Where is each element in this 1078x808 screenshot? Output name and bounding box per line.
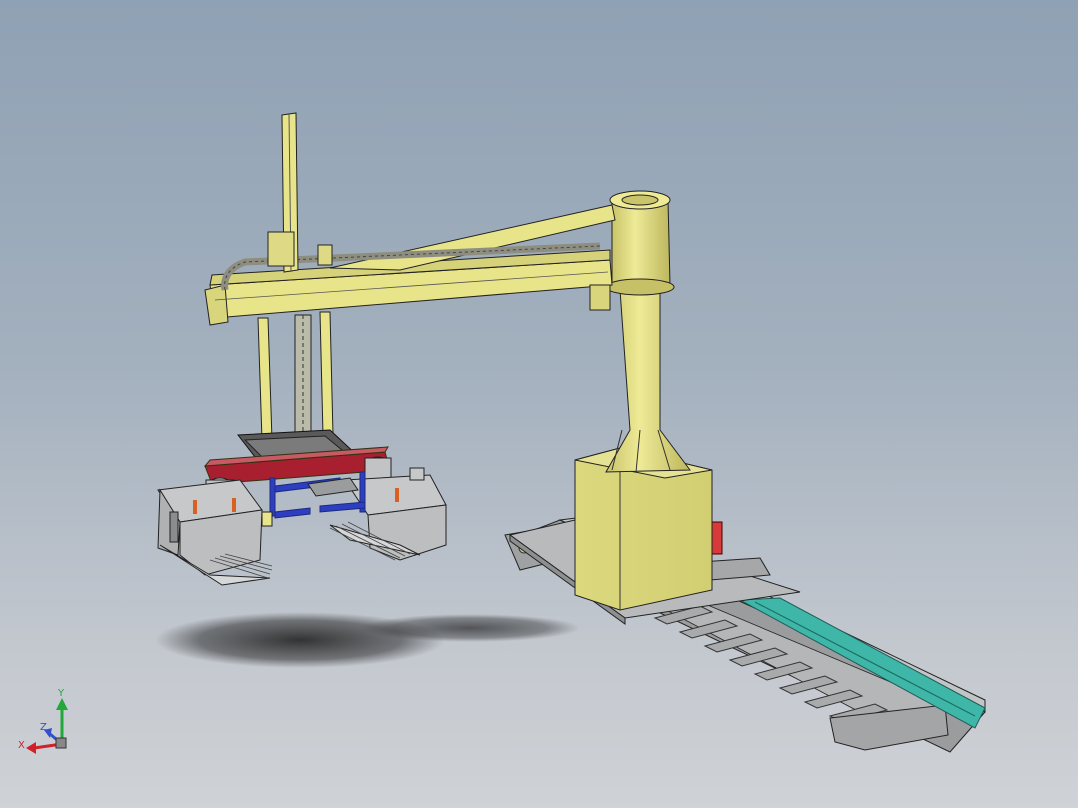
triad-y-axis: Y [56, 688, 68, 744]
cad-viewport[interactable]: Y X Z [0, 0, 1078, 808]
palletizing-robot-model[interactable] [0, 0, 1078, 808]
floor-shadow [155, 612, 580, 668]
triad-x-axis: X [18, 740, 63, 754]
axis-triad: Y X Z [18, 688, 68, 754]
triad-origin [55, 737, 67, 749]
left-fork-assembly [157, 479, 273, 586]
triad-y-label: Y [57, 688, 65, 699]
column-base-box [574, 447, 713, 611]
gripper-detail-plates [261, 477, 359, 527]
triad-z-label: Z [40, 722, 47, 733]
triad-x-label: X [18, 740, 25, 751]
horizontal-arm [204, 204, 616, 326]
vertical-column [605, 190, 691, 473]
